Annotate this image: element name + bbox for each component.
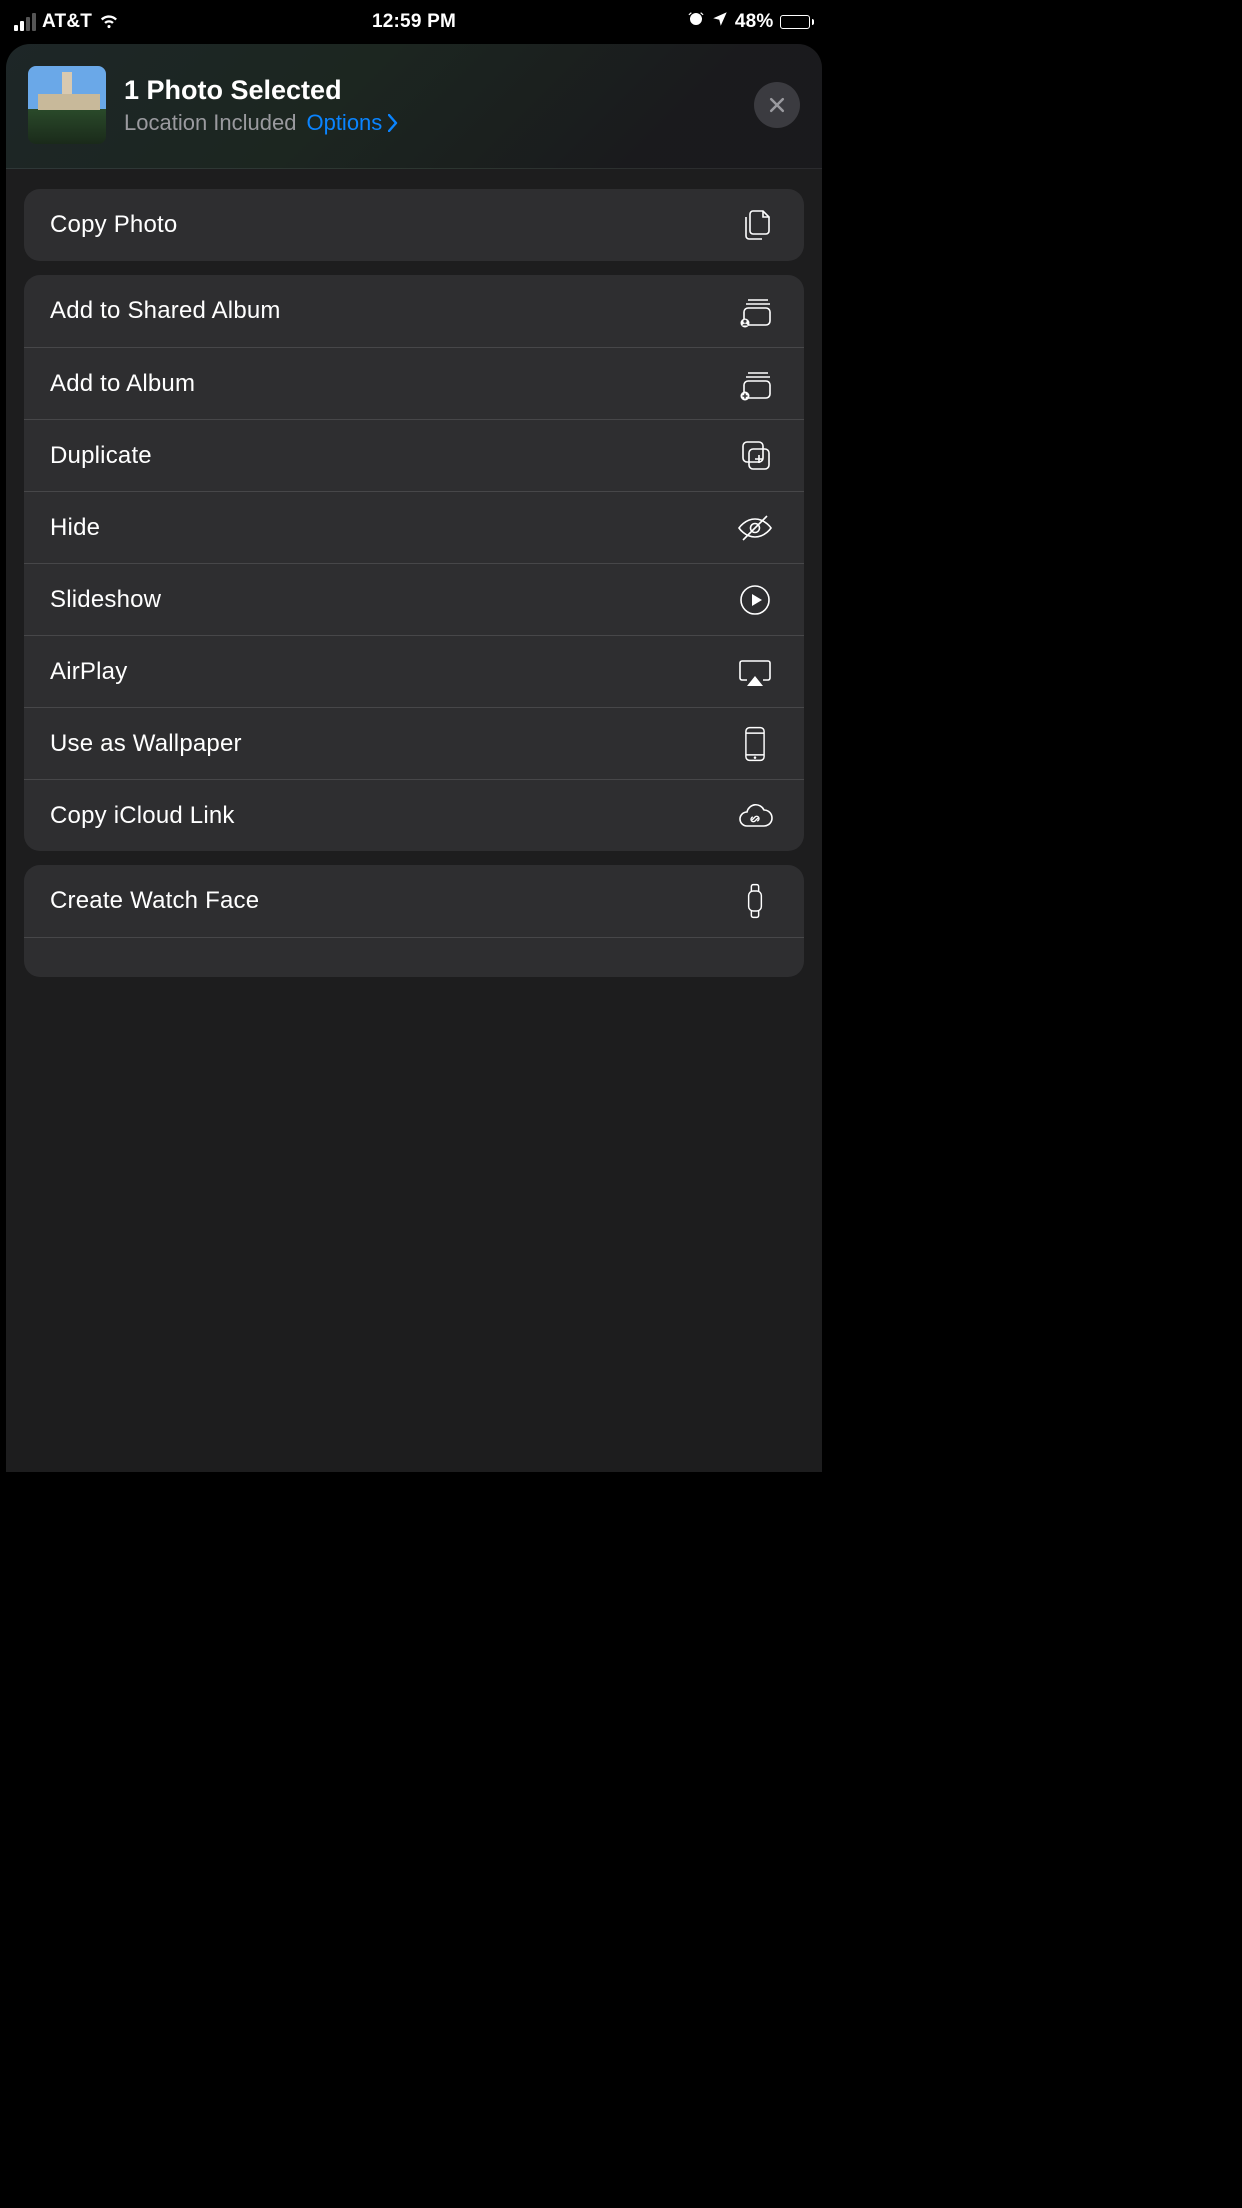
status-left: AT&T [14, 8, 120, 36]
sheet-header: 1 Photo Selected Location Included Optio… [6, 44, 822, 169]
location-included-label: Location Included [124, 110, 296, 136]
location-icon [711, 10, 729, 34]
alarm-icon [687, 10, 705, 34]
sheet-body[interactable]: Copy Photo Add to Shared Album [6, 169, 822, 1472]
partial-row[interactable] [24, 937, 804, 977]
row-label: Hide [50, 514, 100, 542]
row-label: Copy Photo [50, 211, 177, 239]
battery-icon [780, 15, 815, 29]
airplay-icon [732, 652, 778, 692]
sheet-subtitle-row: Location Included Options [124, 110, 736, 136]
cloud-link-icon [732, 796, 778, 836]
status-bar: AT&T 12:59 PM 48% [0, 0, 828, 44]
sheet-title: 1 Photo Selected [124, 75, 736, 106]
chevron-right-icon [388, 114, 398, 132]
shared-album-icon [732, 291, 778, 331]
share-sheet-container: 1 Photo Selected Location Included Optio… [0, 44, 828, 1472]
cell-signal-icon [14, 13, 36, 31]
copy-photo-row[interactable]: Copy Photo [24, 189, 804, 261]
add-to-shared-album-row[interactable]: Add to Shared Album [24, 275, 804, 347]
row-label: Create Watch Face [50, 887, 259, 915]
options-label: Options [306, 110, 382, 136]
row-label: Slideshow [50, 586, 161, 614]
options-link[interactable]: Options [306, 110, 398, 136]
create-watch-face-row[interactable]: Create Watch Face [24, 865, 804, 937]
carrier-label: AT&T [42, 11, 92, 33]
battery-percent: 48% [735, 11, 774, 33]
row-label: AirPlay [50, 658, 127, 686]
status-right: 48% [687, 10, 814, 34]
close-icon [767, 95, 787, 115]
add-album-icon [732, 364, 778, 404]
duplicate-row[interactable]: Duplicate [24, 419, 804, 491]
phone-icon [732, 724, 778, 764]
action-group: Add to Shared Album Add to Album [24, 275, 804, 851]
row-label: Use as Wallpaper [50, 730, 242, 758]
watch-icon [732, 881, 778, 921]
airplay-row[interactable]: AirPlay [24, 635, 804, 707]
action-group: Copy Photo [24, 189, 804, 261]
add-to-album-row[interactable]: Add to Album [24, 347, 804, 419]
slideshow-row[interactable]: Slideshow [24, 563, 804, 635]
use-as-wallpaper-row[interactable]: Use as Wallpaper [24, 707, 804, 779]
hide-row[interactable]: Hide [24, 491, 804, 563]
photo-thumbnail[interactable] [28, 66, 106, 144]
hide-icon [732, 508, 778, 548]
row-label: Add to Album [50, 370, 195, 398]
row-label: Duplicate [50, 442, 152, 470]
header-text: 1 Photo Selected Location Included Optio… [124, 75, 736, 136]
action-group: Create Watch Face [24, 865, 804, 977]
wifi-icon [98, 8, 120, 36]
copy-pages-icon [732, 205, 778, 245]
share-sheet: 1 Photo Selected Location Included Optio… [6, 44, 822, 1472]
row-label: Add to Shared Album [50, 297, 281, 325]
close-button[interactable] [754, 82, 800, 128]
play-circle-icon [732, 580, 778, 620]
row-label: Copy iCloud Link [50, 802, 235, 830]
duplicate-icon [732, 436, 778, 476]
copy-icloud-link-row[interactable]: Copy iCloud Link [24, 779, 804, 851]
